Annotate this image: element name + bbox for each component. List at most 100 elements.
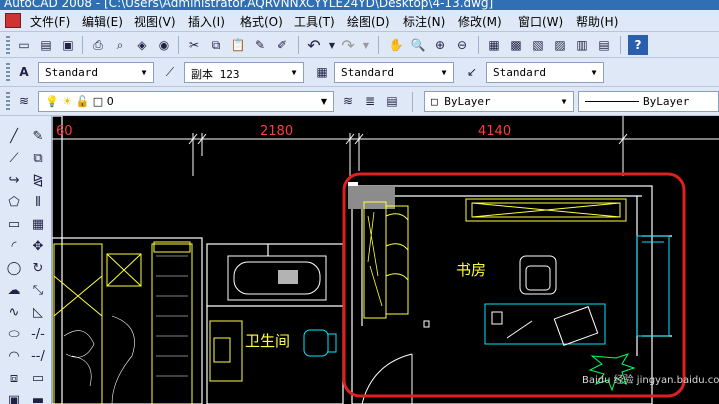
ellipse-icon[interactable]: ⬭ <box>3 324 25 344</box>
zoom-previous-icon[interactable]: ⊖ <box>452 35 472 55</box>
publish-icon[interactable]: ◈ <box>132 35 152 55</box>
menu-help[interactable]: 帮助(H) <box>576 13 618 30</box>
zoom-window-icon[interactable]: ⊕ <box>430 35 450 55</box>
redo-dropdown-icon[interactable]: ▼ <box>356 35 376 55</box>
draw-modify-toolbar: ╱ ✎ ⟋ ⧉ ↪ ⧎ ⬠ ⫴ ▭ ▦ ◜ ✥ ◯ ↻ ☁ ⤡ ∿ ◺ ⬭ -/… <box>0 116 52 404</box>
desk <box>484 235 670 345</box>
cut-icon[interactable]: ✂ <box>184 35 204 55</box>
properties-icon[interactable]: ▦ <box>484 35 504 55</box>
chevron-down-icon[interactable]: ▼ <box>438 65 450 80</box>
insert-block-icon[interactable]: ⧈ <box>3 368 25 388</box>
menu-file[interactable]: 文件(F) <box>30 13 70 30</box>
zoom-realtime-icon[interactable]: 🔍 <box>408 35 428 55</box>
mirror-icon[interactable]: ⧎ <box>27 170 49 190</box>
chevron-down-icon[interactable]: ▼ <box>138 65 150 80</box>
menu-format[interactable]: 格式(O) <box>240 13 283 30</box>
copy-icon[interactable]: ⧉ <box>206 35 226 55</box>
color-swatch-icon: □ <box>92 95 104 108</box>
dimension-lines <box>52 116 719 176</box>
table-style-value: Standard <box>341 66 394 79</box>
erase-icon[interactable]: ✎ <box>27 126 49 146</box>
match-properties-icon[interactable]: ✎ <box>250 35 270 55</box>
toolbar-grip[interactable] <box>6 63 10 83</box>
menu-view[interactable]: 视图(V) <box>134 13 176 30</box>
make-current-layer-icon[interactable]: ≋ <box>338 91 358 111</box>
menu-dimension[interactable]: 标注(N) <box>403 13 445 30</box>
array-icon[interactable]: ▦ <box>27 214 49 234</box>
join-icon[interactable]: ▬ <box>27 390 49 404</box>
layer-manager-icon[interactable]: ≋ <box>14 91 34 111</box>
offset-icon[interactable]: ⫴ <box>27 192 49 212</box>
separator <box>82 36 83 54</box>
design-center-icon[interactable]: ▩ <box>506 35 526 55</box>
arc-icon[interactable]: ◜ <box>3 236 25 256</box>
toolbar-grip[interactable] <box>6 36 10 54</box>
chevron-down-icon[interactable]: ▼ <box>558 94 570 109</box>
break-icon[interactable]: ▭ <box>27 368 49 388</box>
menu-draw[interactable]: 绘图(D) <box>347 13 390 30</box>
multileader-style-icon[interactable]: ↙ <box>462 62 482 82</box>
polyline-icon[interactable]: ↪ <box>3 170 25 190</box>
revision-cloud-icon[interactable]: ☁ <box>3 280 25 300</box>
help-icon[interactable]: ? <box>628 35 648 55</box>
lightbulb-icon: 💡 <box>45 95 59 108</box>
dimension-4140: 4140 <box>478 124 512 139</box>
rectangle-icon[interactable]: ▭ <box>3 214 25 234</box>
redo-icon[interactable]: ↷ <box>338 35 358 55</box>
menu-tools[interactable]: 工具(T) <box>294 13 335 30</box>
layer-previous-icon[interactable]: ≣ <box>360 91 380 111</box>
autocad-app-icon[interactable] <box>5 13 21 28</box>
menu-edit[interactable]: 编辑(E) <box>82 13 123 30</box>
trim-icon[interactable]: -/- <box>27 324 49 344</box>
undo-icon[interactable]: ↶ <box>304 35 324 55</box>
move-icon[interactable]: ✥ <box>27 236 49 256</box>
plot-preview-icon[interactable]: ⌕ <box>110 35 130 55</box>
chevron-down-icon[interactable]: ▼ <box>318 94 330 109</box>
pan-icon[interactable]: ✋ <box>386 35 406 55</box>
sheet-set-icon[interactable]: ▨ <box>550 35 570 55</box>
multileader-style-select[interactable]: Standard ▼ <box>486 62 604 83</box>
table-style-icon[interactable]: ▦ <box>312 62 332 82</box>
open-icon[interactable]: ▤ <box>36 35 56 55</box>
chevron-down-icon[interactable]: ▼ <box>288 65 300 80</box>
polygon-icon[interactable]: ⬠ <box>3 192 25 212</box>
quickcalc-icon[interactable]: ▤ <box>594 35 614 55</box>
dim-style-select[interactable]: 副本 123 ▼ <box>184 62 304 83</box>
3d-dwf-icon[interactable]: ◉ <box>154 35 174 55</box>
ellipse-arc-icon[interactable]: ◠ <box>3 346 25 366</box>
scale-icon[interactable]: ⤡ <box>27 280 49 300</box>
color-select[interactable]: □ ByLayer ▼ <box>424 91 574 112</box>
paste-icon[interactable]: 📋 <box>228 35 248 55</box>
menu-window[interactable]: 窗口(W) <box>518 13 563 30</box>
rotate-icon[interactable]: ↻ <box>27 258 49 278</box>
extend-icon[interactable]: --/ <box>27 346 49 366</box>
spline-icon[interactable]: ∿ <box>3 302 25 322</box>
watermark: Baidu 经验 jingyan.baidu.com <box>582 375 719 386</box>
linetype-select[interactable]: ByLayer <box>578 91 719 112</box>
circle-icon[interactable]: ◯ <box>3 258 25 278</box>
dim-style-icon[interactable]: ⟋ <box>160 62 180 82</box>
stretch-icon[interactable]: ◺ <box>27 302 49 322</box>
make-block-icon[interactable]: ▣ <box>3 390 25 404</box>
toolbar-grip[interactable] <box>6 92 10 112</box>
new-icon[interactable]: ▭ <box>14 35 34 55</box>
layer-states-icon[interactable]: ▤ <box>382 91 402 111</box>
text-style-select[interactable]: Standard ▼ <box>38 62 154 83</box>
plot-icon[interactable]: ⎙ <box>88 35 108 55</box>
construction-line-icon[interactable]: ⟋ <box>3 148 25 168</box>
block-editor-icon[interactable]: ✐ <box>272 35 292 55</box>
layer-select[interactable]: 💡 ☀ 🔓 □ 0 ▼ <box>38 91 334 112</box>
table-style-select[interactable]: Standard ▼ <box>334 62 454 83</box>
chevron-down-icon[interactable]: ▼ <box>588 65 600 80</box>
copy-object-icon[interactable]: ⧉ <box>27 148 49 168</box>
menu-insert[interactable]: 插入(I) <box>188 13 225 30</box>
dimension-2180: 2180 <box>260 124 294 139</box>
tool-palettes-icon[interactable]: ▧ <box>528 35 548 55</box>
styles-toolbar: A Standard ▼ ⟋ 副本 123 ▼ ▦ Standard ▼ ↙ S… <box>0 58 719 87</box>
line-icon[interactable]: ╱ <box>3 126 25 146</box>
drawing-canvas[interactable]: 60 2180 4140 书房 卫生间 Baidu 经验 jingyan.bai… <box>52 116 719 404</box>
text-style-icon[interactable]: A <box>14 62 34 82</box>
menu-modify[interactable]: 修改(M) <box>458 13 502 30</box>
markup-icon[interactable]: ▥ <box>572 35 592 55</box>
save-icon[interactable]: ▣ <box>58 35 78 55</box>
